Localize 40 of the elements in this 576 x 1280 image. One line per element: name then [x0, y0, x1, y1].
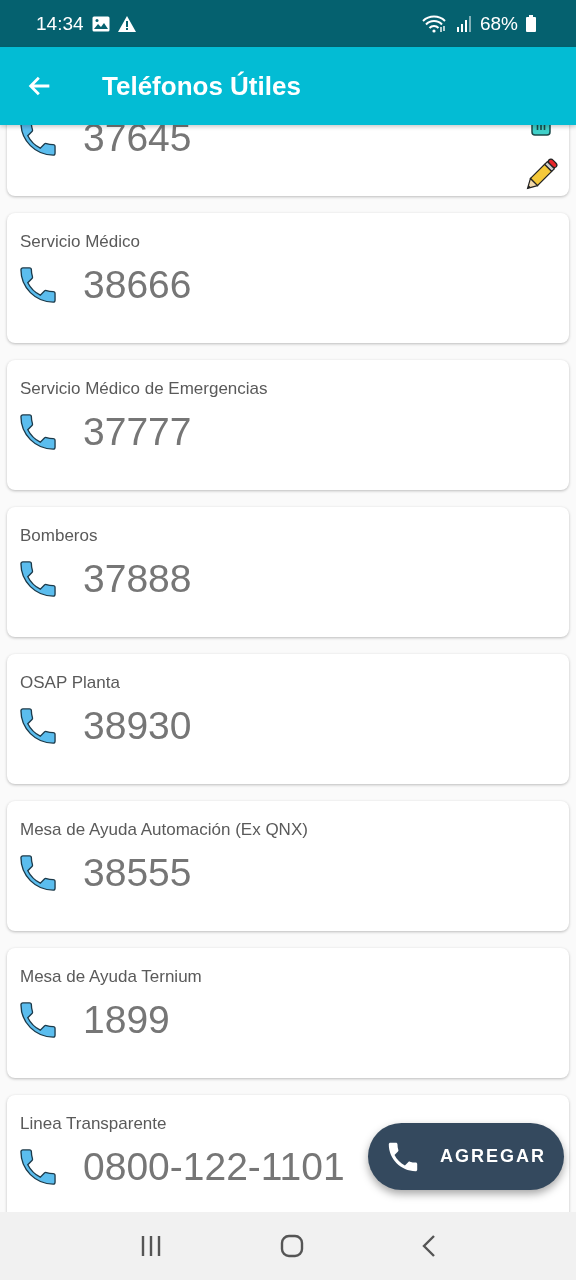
- contact-name: OSAP Planta: [20, 672, 121, 694]
- screen-title: Teléfonos Útiles: [102, 70, 301, 102]
- phone-number: 38666: [83, 263, 192, 307]
- contact-name: Linea Transparente: [20, 1113, 168, 1135]
- back-nav-button[interactable]: [421, 1234, 438, 1258]
- phone-icon: [20, 708, 56, 744]
- warning-icon: [117, 15, 136, 32]
- phone-number: 38555: [83, 851, 192, 895]
- battery-icon: [526, 15, 536, 32]
- contact-card[interactable]: OSAP Planta 38930: [7, 654, 569, 784]
- contact-name: Bomberos: [20, 525, 99, 547]
- phone-icon: [388, 1141, 418, 1172]
- phone-icon: [20, 125, 56, 156]
- phone-number: 37777: [83, 410, 192, 454]
- contact-card[interactable]: Servicio Médico 38666: [7, 213, 569, 343]
- battery-percent: 68%: [479, 14, 518, 33]
- contact-name: Servicio Médico: [20, 231, 141, 253]
- contact-card[interactable]: Bomberos 37888: [7, 507, 569, 637]
- phone-number: 1899: [83, 998, 170, 1042]
- phone-icon: [20, 267, 56, 303]
- add-button[interactable]: AGREGAR: [368, 1123, 564, 1190]
- contact-name: Mesa de Ayuda Automación (Ex QNX): [20, 819, 309, 841]
- contact-card[interactable]: Mesa de Ayuda Automación (Ex QNX) 38555: [7, 801, 569, 931]
- phone-number: 38930: [83, 704, 192, 748]
- phone-icon: [20, 1002, 56, 1038]
- contact-name: Servicio Médico de Emergencias: [20, 378, 269, 400]
- phone-number: 37888: [83, 557, 192, 601]
- contact-card[interactable]: Mesa de Ayuda Ternium 1899: [7, 948, 569, 1078]
- phone-icon: [20, 855, 56, 891]
- phone-number: 0800-122-1101: [83, 1145, 345, 1189]
- phone-icon: [20, 561, 56, 597]
- home-button[interactable]: [280, 1234, 304, 1258]
- phone-icon: [20, 1149, 56, 1185]
- contact-card[interactable]: Servicio Médico de Emergencias 37777: [7, 360, 569, 490]
- contact-name: Mesa de Ayuda Ternium: [20, 966, 203, 988]
- wifi-icon: [421, 14, 448, 33]
- phone-icon: [20, 414, 56, 450]
- signal-icon: [455, 15, 472, 32]
- status-time: 14:34: [36, 14, 84, 33]
- image-icon: [91, 15, 110, 32]
